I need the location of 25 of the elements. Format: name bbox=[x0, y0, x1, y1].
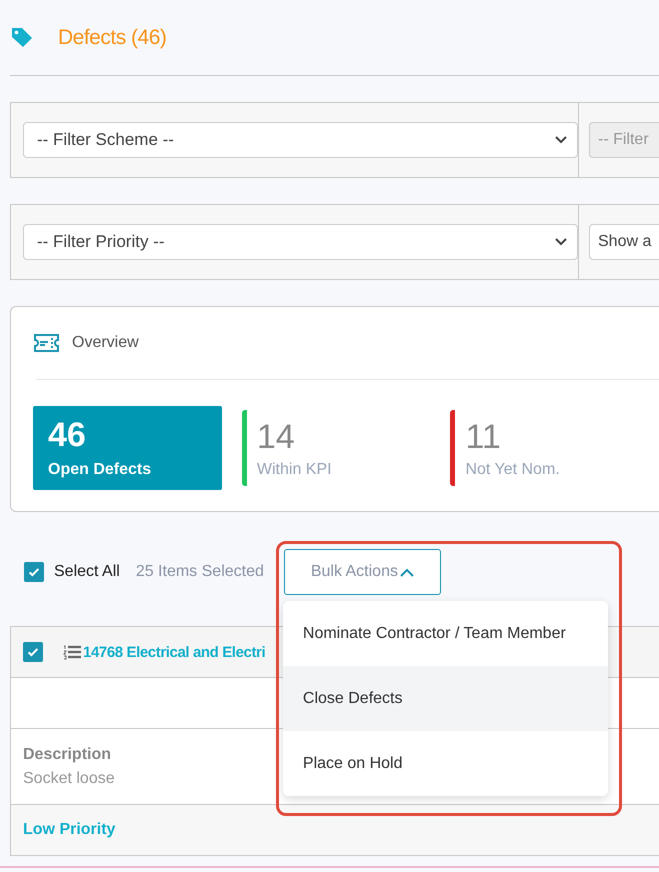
chevron-down-icon bbox=[555, 238, 567, 246]
ticket-icon bbox=[33, 333, 60, 353]
tag-icon bbox=[10, 26, 34, 50]
filter-dropdown[interactable]: Show a bbox=[589, 224, 659, 260]
page-title: Defects (46) bbox=[58, 26, 166, 50]
caret-icon bbox=[400, 568, 414, 576]
menu-item[interactable]: Close Defects bbox=[282, 666, 608, 731]
select-all-label: Select All bbox=[54, 563, 120, 581]
filter-dropdown[interactable]: -- Filter Priority -- bbox=[23, 224, 578, 260]
overview-title: Overview bbox=[72, 334, 139, 352]
stat-tile[interactable]: 14 Within KPI bbox=[242, 410, 450, 486]
priority-label: Low Priority bbox=[23, 821, 116, 839]
selected-count: 25 Items Selected bbox=[136, 563, 264, 581]
menu-item[interactable]: Place on Hold bbox=[282, 731, 608, 796]
chevron-down-icon bbox=[555, 136, 567, 144]
menu-item[interactable]: Nominate Contractor / Team Member bbox=[282, 601, 608, 666]
description-text: Socket loose bbox=[23, 770, 115, 788]
check-icon bbox=[28, 568, 40, 577]
numbered-list-icon bbox=[63, 644, 81, 660]
row-checkbox[interactable] bbox=[23, 642, 43, 662]
filter-dropdown[interactable]: -- Filter Scheme -- bbox=[23, 122, 578, 158]
select-all-checkbox[interactable] bbox=[24, 562, 44, 582]
stat-tile[interactable]: 11 Not Yet Nom. bbox=[450, 410, 659, 486]
description-label: Description bbox=[23, 746, 112, 764]
check-icon bbox=[28, 648, 38, 657]
